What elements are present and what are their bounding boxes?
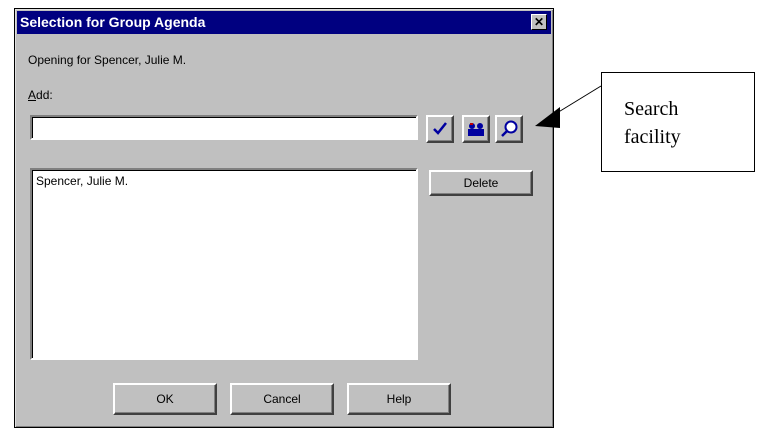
search-facility-callout: Search facility [601, 72, 755, 172]
callout-arrow [535, 85, 602, 128]
callout-line-1: Search [624, 98, 679, 120]
callout-line-2: facility [624, 126, 681, 148]
